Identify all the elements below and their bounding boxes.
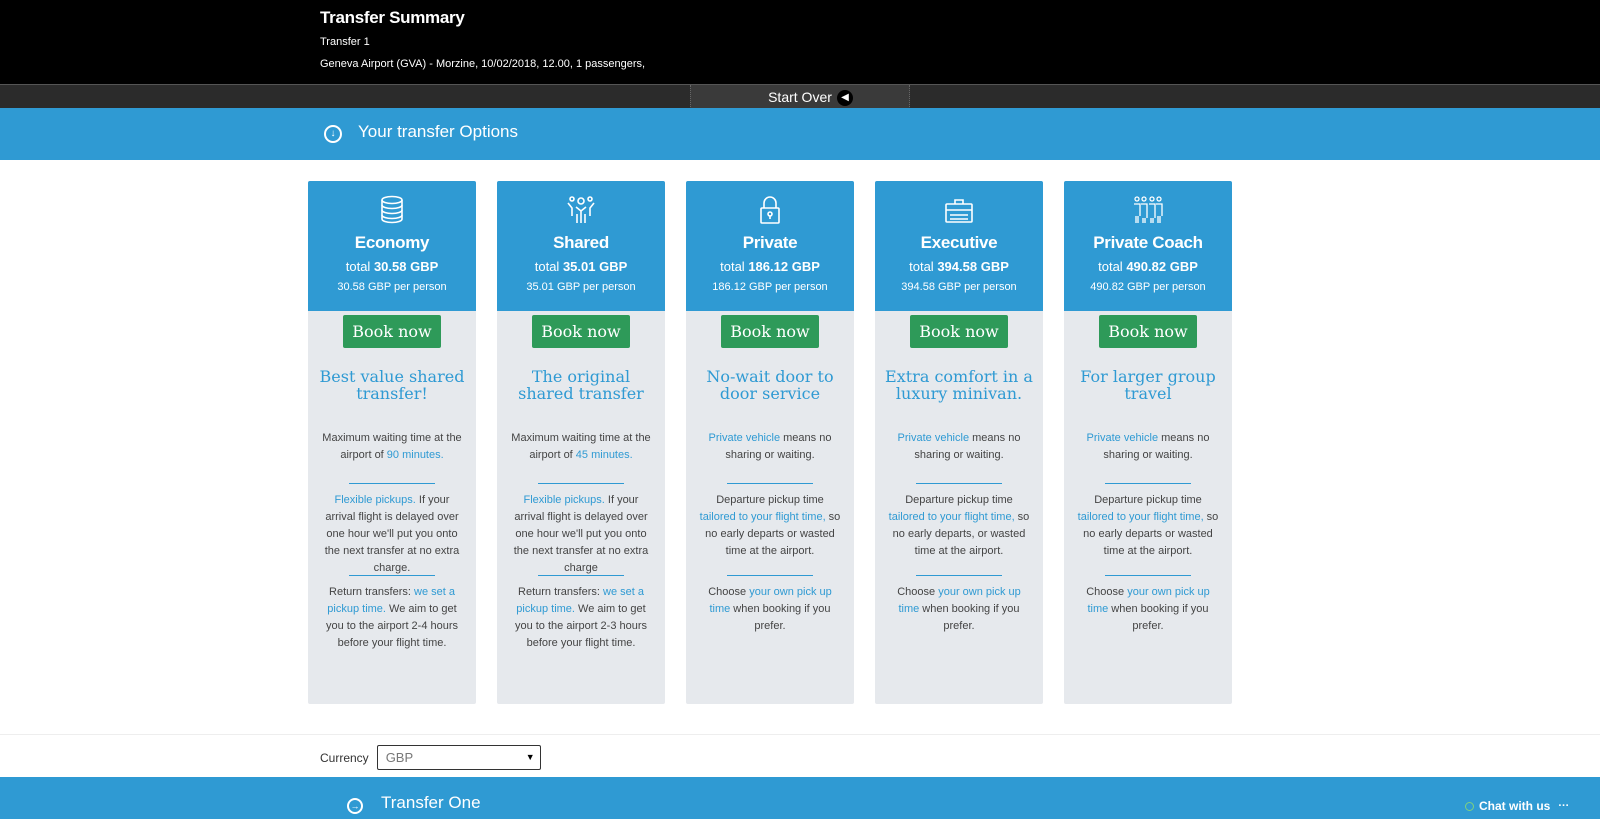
- lock-icon: [760, 196, 780, 224]
- option-name: Executive: [920, 233, 998, 252]
- option-total: total 394.58 GBP: [909, 259, 1009, 274]
- coins-icon: [381, 195, 403, 224]
- chevron-right-circle-icon: →: [347, 798, 363, 814]
- option-card-private-coach: Private Coach total 490.82 GBP 490.82 GB…: [1064, 181, 1232, 704]
- transfer-label: Transfer 1: [320, 36, 370, 48]
- option-pickup-text: Departure pickup time tailored to your f…: [1077, 494, 1219, 557]
- option-card-shared: Shared total 35.01 GBP 35.01 GBP per per…: [497, 181, 665, 704]
- transfer-options-title: Your transfer Options: [358, 122, 519, 141]
- section-divider: [0, 734, 1600, 735]
- option-per-person: 490.82 GBP per person: [1090, 281, 1206, 293]
- divider: [538, 483, 624, 484]
- card-header: Private Coach total 490.82 GBP 490.82 GB…: [1064, 181, 1232, 311]
- start-over-label: Start Over: [768, 89, 832, 105]
- book-now-button[interactable]: Book now: [910, 315, 1008, 348]
- option-total: total 186.12 GBP: [720, 259, 820, 274]
- online-status-icon: [1465, 801, 1474, 811]
- summary-title: Transfer Summary: [320, 8, 465, 27]
- currency-select[interactable]: GBP ▼: [376, 745, 541, 770]
- book-now-button[interactable]: Book now: [532, 315, 630, 348]
- option-pickup-text: Flexible pickups. If your arrival flight…: [513, 494, 649, 574]
- option-total: total 490.82 GBP: [1098, 259, 1198, 274]
- option-name: Private Coach: [1093, 233, 1203, 252]
- transfer-one-header[interactable]: → Transfer One: [0, 777, 1600, 819]
- briefcase-icon: [945, 199, 973, 223]
- option-per-person: 30.58 GBP per person: [337, 281, 447, 293]
- option-vehicle-text: Private vehicle means no sharing or wait…: [708, 432, 832, 461]
- chevron-down-circle-icon: ↓: [324, 125, 342, 143]
- divider: [727, 483, 813, 484]
- currency-row: Currency GBP ▼: [320, 745, 541, 770]
- transfer-summary: Transfer Summary Transfer 1 Geneva Airpo…: [0, 0, 1600, 84]
- card-header: Shared total 35.01 GBP 35.01 GBP per per…: [497, 181, 665, 311]
- divider: [916, 483, 1002, 484]
- option-name: Economy: [354, 233, 430, 252]
- chat-label: Chat with us: [1479, 799, 1551, 813]
- card-header: Economy total 30.58 GBP 30.58 GBP per pe…: [308, 181, 476, 311]
- currency-value: GBP: [385, 750, 414, 765]
- divider: [1105, 575, 1191, 576]
- option-vehicle-text: Private vehicle means no sharing or wait…: [1086, 432, 1210, 461]
- start-over-button[interactable]: Start Over ◀: [690, 85, 910, 109]
- option-per-person: 394.58 GBP per person: [901, 281, 1017, 293]
- divider: [1105, 483, 1191, 484]
- option-card-private: Private total 186.12 GBP 186.12 GBP per …: [686, 181, 854, 704]
- caret-down-icon: ▼: [525, 752, 535, 762]
- divider: [349, 483, 435, 484]
- option-name: Private: [742, 233, 798, 252]
- transfer-options-header[interactable]: ↓ Your transfer Options: [0, 108, 1600, 160]
- option-per-person: 186.12 GBP per person: [712, 281, 828, 293]
- option-vehicle-text: Private vehicle means no sharing or wait…: [897, 432, 1021, 461]
- option-per-person: 35.01 GBP per person: [526, 281, 636, 293]
- book-now-button[interactable]: Book now: [721, 315, 819, 348]
- option-pickup-text: Departure pickup time tailored to your f…: [699, 494, 841, 557]
- option-tagline: For larger group travel: [1080, 367, 1216, 403]
- option-total: total 35.01 GBP: [534, 259, 628, 274]
- option-total: total 30.58 GBP: [345, 259, 439, 274]
- option-tagline: Best value shared transfer!: [319, 367, 465, 403]
- start-over-bar: Start Over ◀: [0, 84, 1600, 109]
- people-icon: [567, 196, 595, 223]
- back-arrow-icon: ◀: [837, 90, 853, 106]
- book-now-button[interactable]: Book now: [343, 315, 441, 348]
- chat-widget-button[interactable]: Chat with us ···: [1455, 793, 1580, 819]
- option-waiting-text: Maximum waiting time at the airport of 9…: [322, 432, 462, 461]
- option-waiting-text: Maximum waiting time at the airport of 4…: [511, 432, 651, 461]
- option-card-executive: Executive total 394.58 GBP 394.58 GBP pe…: [875, 181, 1043, 704]
- option-return-text: Choose your own pick up time when bookin…: [1086, 586, 1210, 632]
- divider: [916, 575, 1002, 576]
- divider: [727, 575, 813, 576]
- option-return-text: Choose your own pick up time when bookin…: [897, 586, 1021, 632]
- group-icon: [1134, 196, 1163, 223]
- option-card-economy: Economy total 30.58 GBP 30.58 GBP per pe…: [308, 181, 476, 704]
- option-tagline: The original shared transfer: [518, 367, 644, 403]
- option-tagline: Extra comfort in a luxury minivan.: [885, 367, 1033, 403]
- more-icon: ···: [1558, 800, 1570, 812]
- transfer-one-title: Transfer One: [381, 793, 481, 812]
- card-header: Executive total 394.58 GBP 394.58 GBP pe…: [875, 181, 1043, 311]
- option-name: Shared: [553, 233, 609, 252]
- option-return-text: Return transfers: we set a pickup time. …: [514, 586, 648, 649]
- card-header: Private total 186.12 GBP 186.12 GBP per …: [686, 181, 854, 311]
- option-return-text: Choose your own pick up time when bookin…: [708, 586, 832, 632]
- option-pickup-text: Departure pickup time tailored to your f…: [888, 494, 1030, 557]
- option-pickup-text: Flexible pickups. If your arrival flight…: [324, 494, 460, 574]
- currency-label: Currency: [320, 750, 369, 765]
- option-return-text: Return transfers: we set a pickup time. …: [325, 586, 459, 649]
- book-now-button[interactable]: Book now: [1099, 315, 1197, 348]
- option-tagline: No-wait door to door service: [706, 367, 834, 403]
- transfer-details: Geneva Airport (GVA) - Morzine, 10/02/20…: [320, 58, 646, 70]
